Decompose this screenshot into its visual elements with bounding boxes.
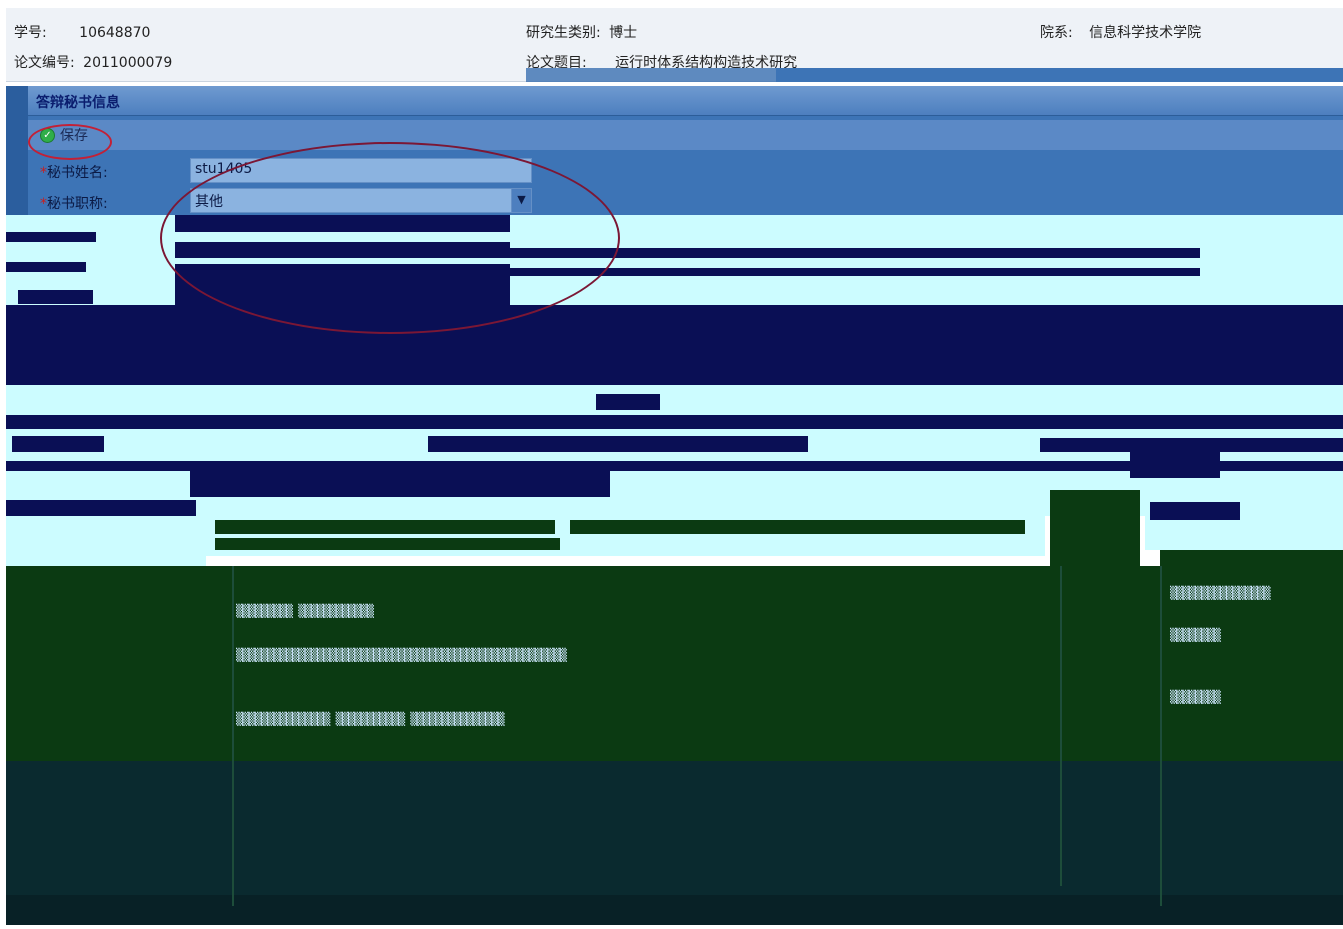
student-category-label: 研究生类别:	[526, 25, 601, 41]
artifact-divider	[232, 566, 234, 906]
render-artifact	[526, 68, 776, 82]
artifact-dot	[935, 442, 943, 450]
secretary-name-label-text: 秘书姓名:	[47, 165, 108, 181]
artifact-text: ▒▒▒▒▒▒▒▒	[1170, 628, 1221, 642]
artifact-line	[6, 232, 96, 242]
artifact-green-block	[1160, 550, 1343, 760]
artifact-line	[570, 520, 1025, 534]
thesis-number-label: 论文编号:	[14, 55, 75, 71]
artifact-navy-band	[6, 305, 1343, 385]
thesis-number-value: 2011000079	[83, 55, 173, 71]
highlight-ellipse-save	[28, 124, 112, 160]
artifact-line	[428, 436, 808, 452]
artifact-dark-band	[6, 895, 1343, 925]
student-category-field: 研究生类别: 博士	[526, 22, 637, 42]
artifact-cyan-band	[6, 516, 206, 566]
artifact-line	[18, 290, 93, 304]
panel-left-edge	[6, 86, 28, 220]
artifact-text: ▒▒▒▒▒▒▒▒▒▒▒▒▒▒▒▒	[1170, 586, 1271, 600]
artifact-text: ▒▒▒▒▒▒▒▒▒▒▒▒▒▒▒▒▒▒▒▒▒▒▒▒▒▒▒▒▒▒▒▒▒▒▒▒▒▒▒▒…	[236, 648, 567, 662]
artifact-dot	[905, 442, 913, 450]
artifact-navy-block	[190, 471, 610, 497]
artifact-dot	[965, 442, 973, 450]
artifact-cyan-band	[6, 385, 1343, 415]
student-id-field: 学号: 10648870	[14, 22, 150, 42]
artifact-line	[1150, 502, 1240, 520]
required-mark: *	[40, 165, 47, 181]
artifact-text: ▒▒▒▒▒▒▒▒▒ ▒▒▒▒▒▒▒▒▒▒▒▒	[236, 604, 374, 618]
artifact-green-band	[6, 566, 1343, 761]
artifact-line	[596, 394, 660, 410]
panel-title: 答辩秘书信息	[36, 95, 120, 111]
student-id-value: 10648870	[79, 25, 151, 41]
artifact-line	[12, 436, 104, 452]
artifact-dot	[995, 442, 1003, 450]
highlight-ellipse-fields	[160, 142, 620, 334]
artifact-line	[510, 268, 1200, 276]
artifact-line	[215, 520, 555, 534]
department-field: 院系: 信息科学技术学院	[1040, 22, 1201, 42]
artifact-divider	[1060, 566, 1062, 886]
student-category-value: 博士	[609, 25, 638, 41]
artifact-dot	[875, 442, 883, 450]
panel-title-bar: 答辩秘书信息	[28, 86, 1343, 116]
required-mark: *	[40, 196, 47, 212]
artifact-line	[6, 500, 196, 516]
artifact-line	[6, 415, 1343, 429]
artifact-dot	[845, 442, 853, 450]
artifact-line	[6, 262, 86, 272]
secretary-name-label: *秘书姓名:	[40, 162, 108, 182]
artifact-line	[1130, 452, 1220, 478]
artifact-green-block	[1050, 490, 1140, 570]
panel-toolbar: ✓ 保存	[28, 120, 1343, 150]
secretary-title-label-text: 秘书职称:	[47, 196, 108, 212]
student-id-label: 学号:	[14, 25, 47, 41]
artifact-text: ▒▒▒▒▒▒▒▒	[1170, 690, 1221, 704]
thesis-number-field: 论文编号: 2011000079	[14, 52, 172, 72]
department-value: 信息科学技术学院	[1089, 25, 1202, 41]
department-label: 院系:	[1040, 25, 1073, 41]
secretary-title-label: *秘书职称:	[40, 193, 108, 213]
artifact-cyan-band	[1145, 490, 1343, 550]
artifact-text: ▒▒▒▒▒▒▒▒▒▒▒▒▒▒▒ ▒▒▒▒▒▒▒▒▒▒▒ ▒▒▒▒▒▒▒▒▒▒▒▒…	[236, 712, 505, 726]
render-artifact	[776, 68, 1343, 82]
thesis-info-header: 学号: 10648870 研究生类别: 博士 院系: 信息科学技术学院 论文编号…	[6, 8, 1343, 82]
artifact-line	[215, 538, 560, 550]
artifact-divider	[1160, 566, 1162, 906]
artifact-line	[1040, 438, 1343, 452]
